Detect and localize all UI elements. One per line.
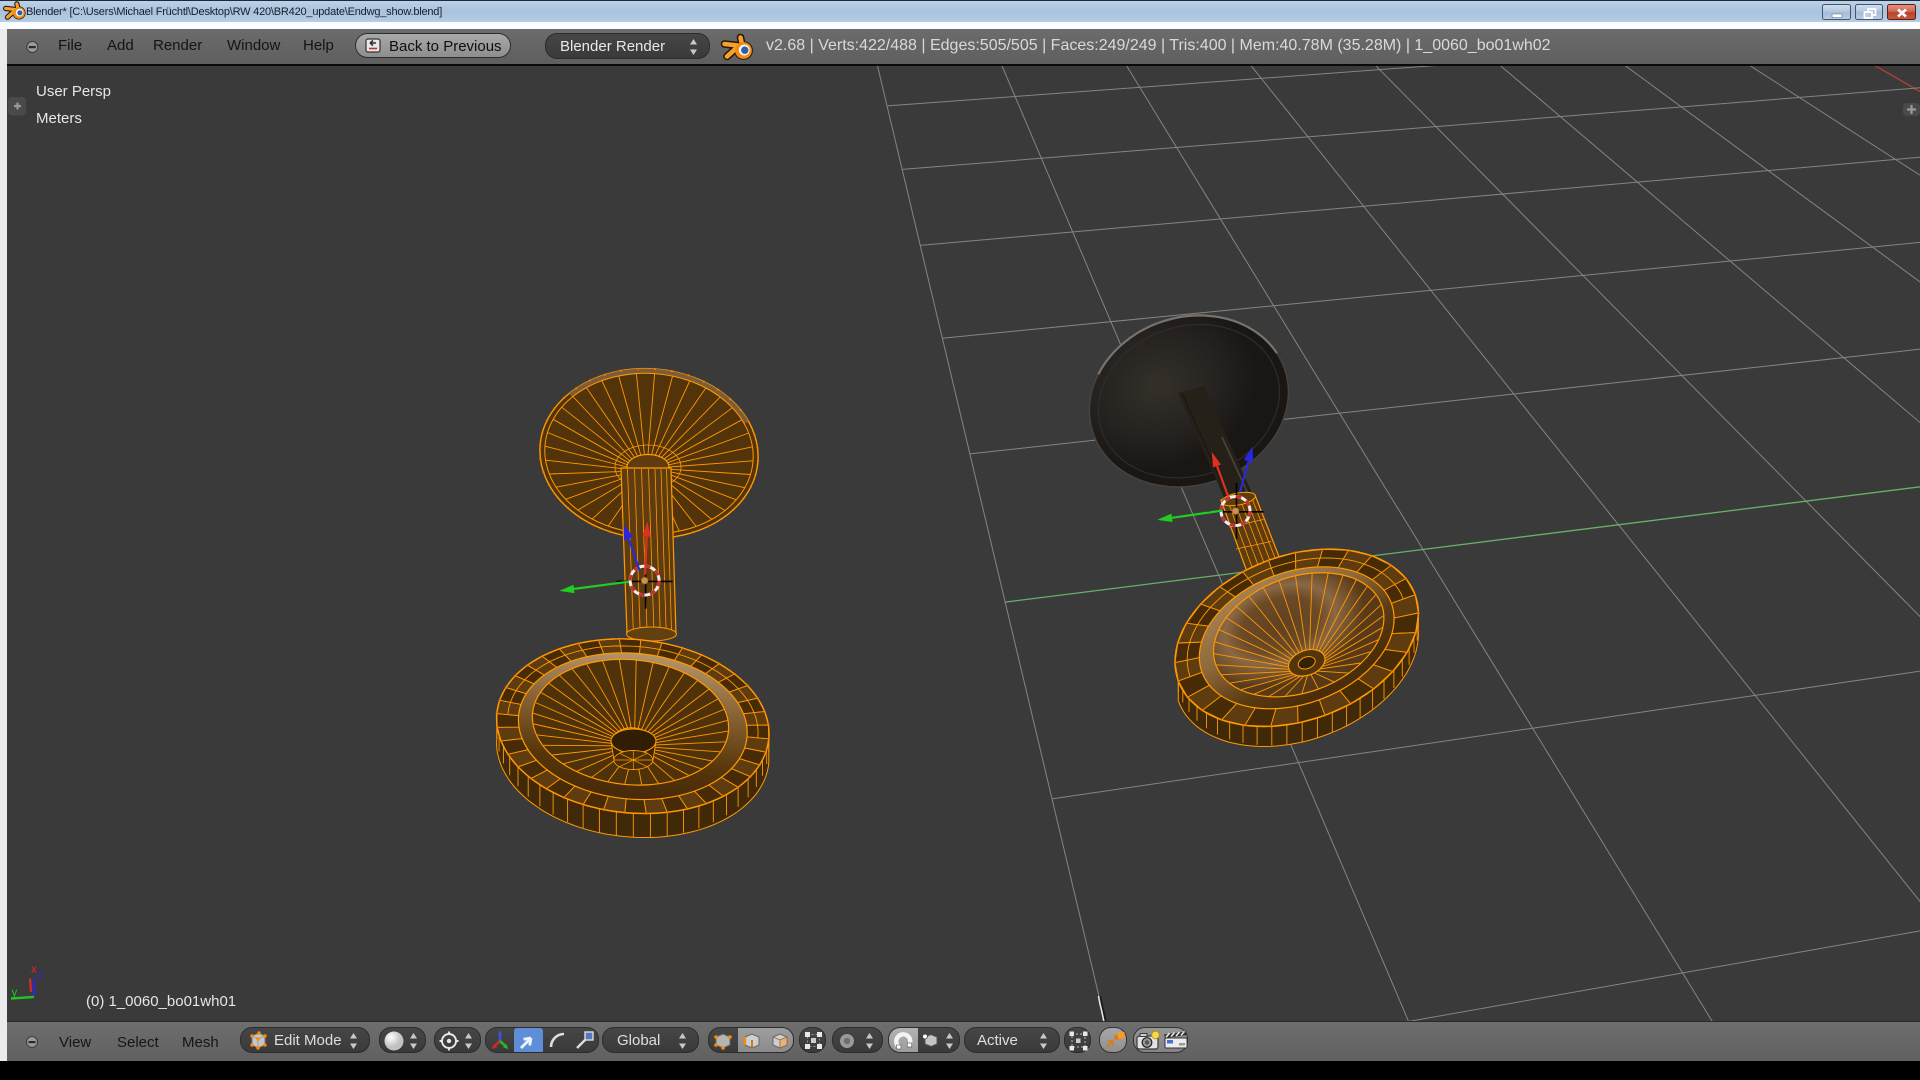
svg-text:x: x (31, 964, 37, 976)
svg-text:z: z (37, 970, 43, 982)
svg-text:y: y (12, 987, 18, 999)
